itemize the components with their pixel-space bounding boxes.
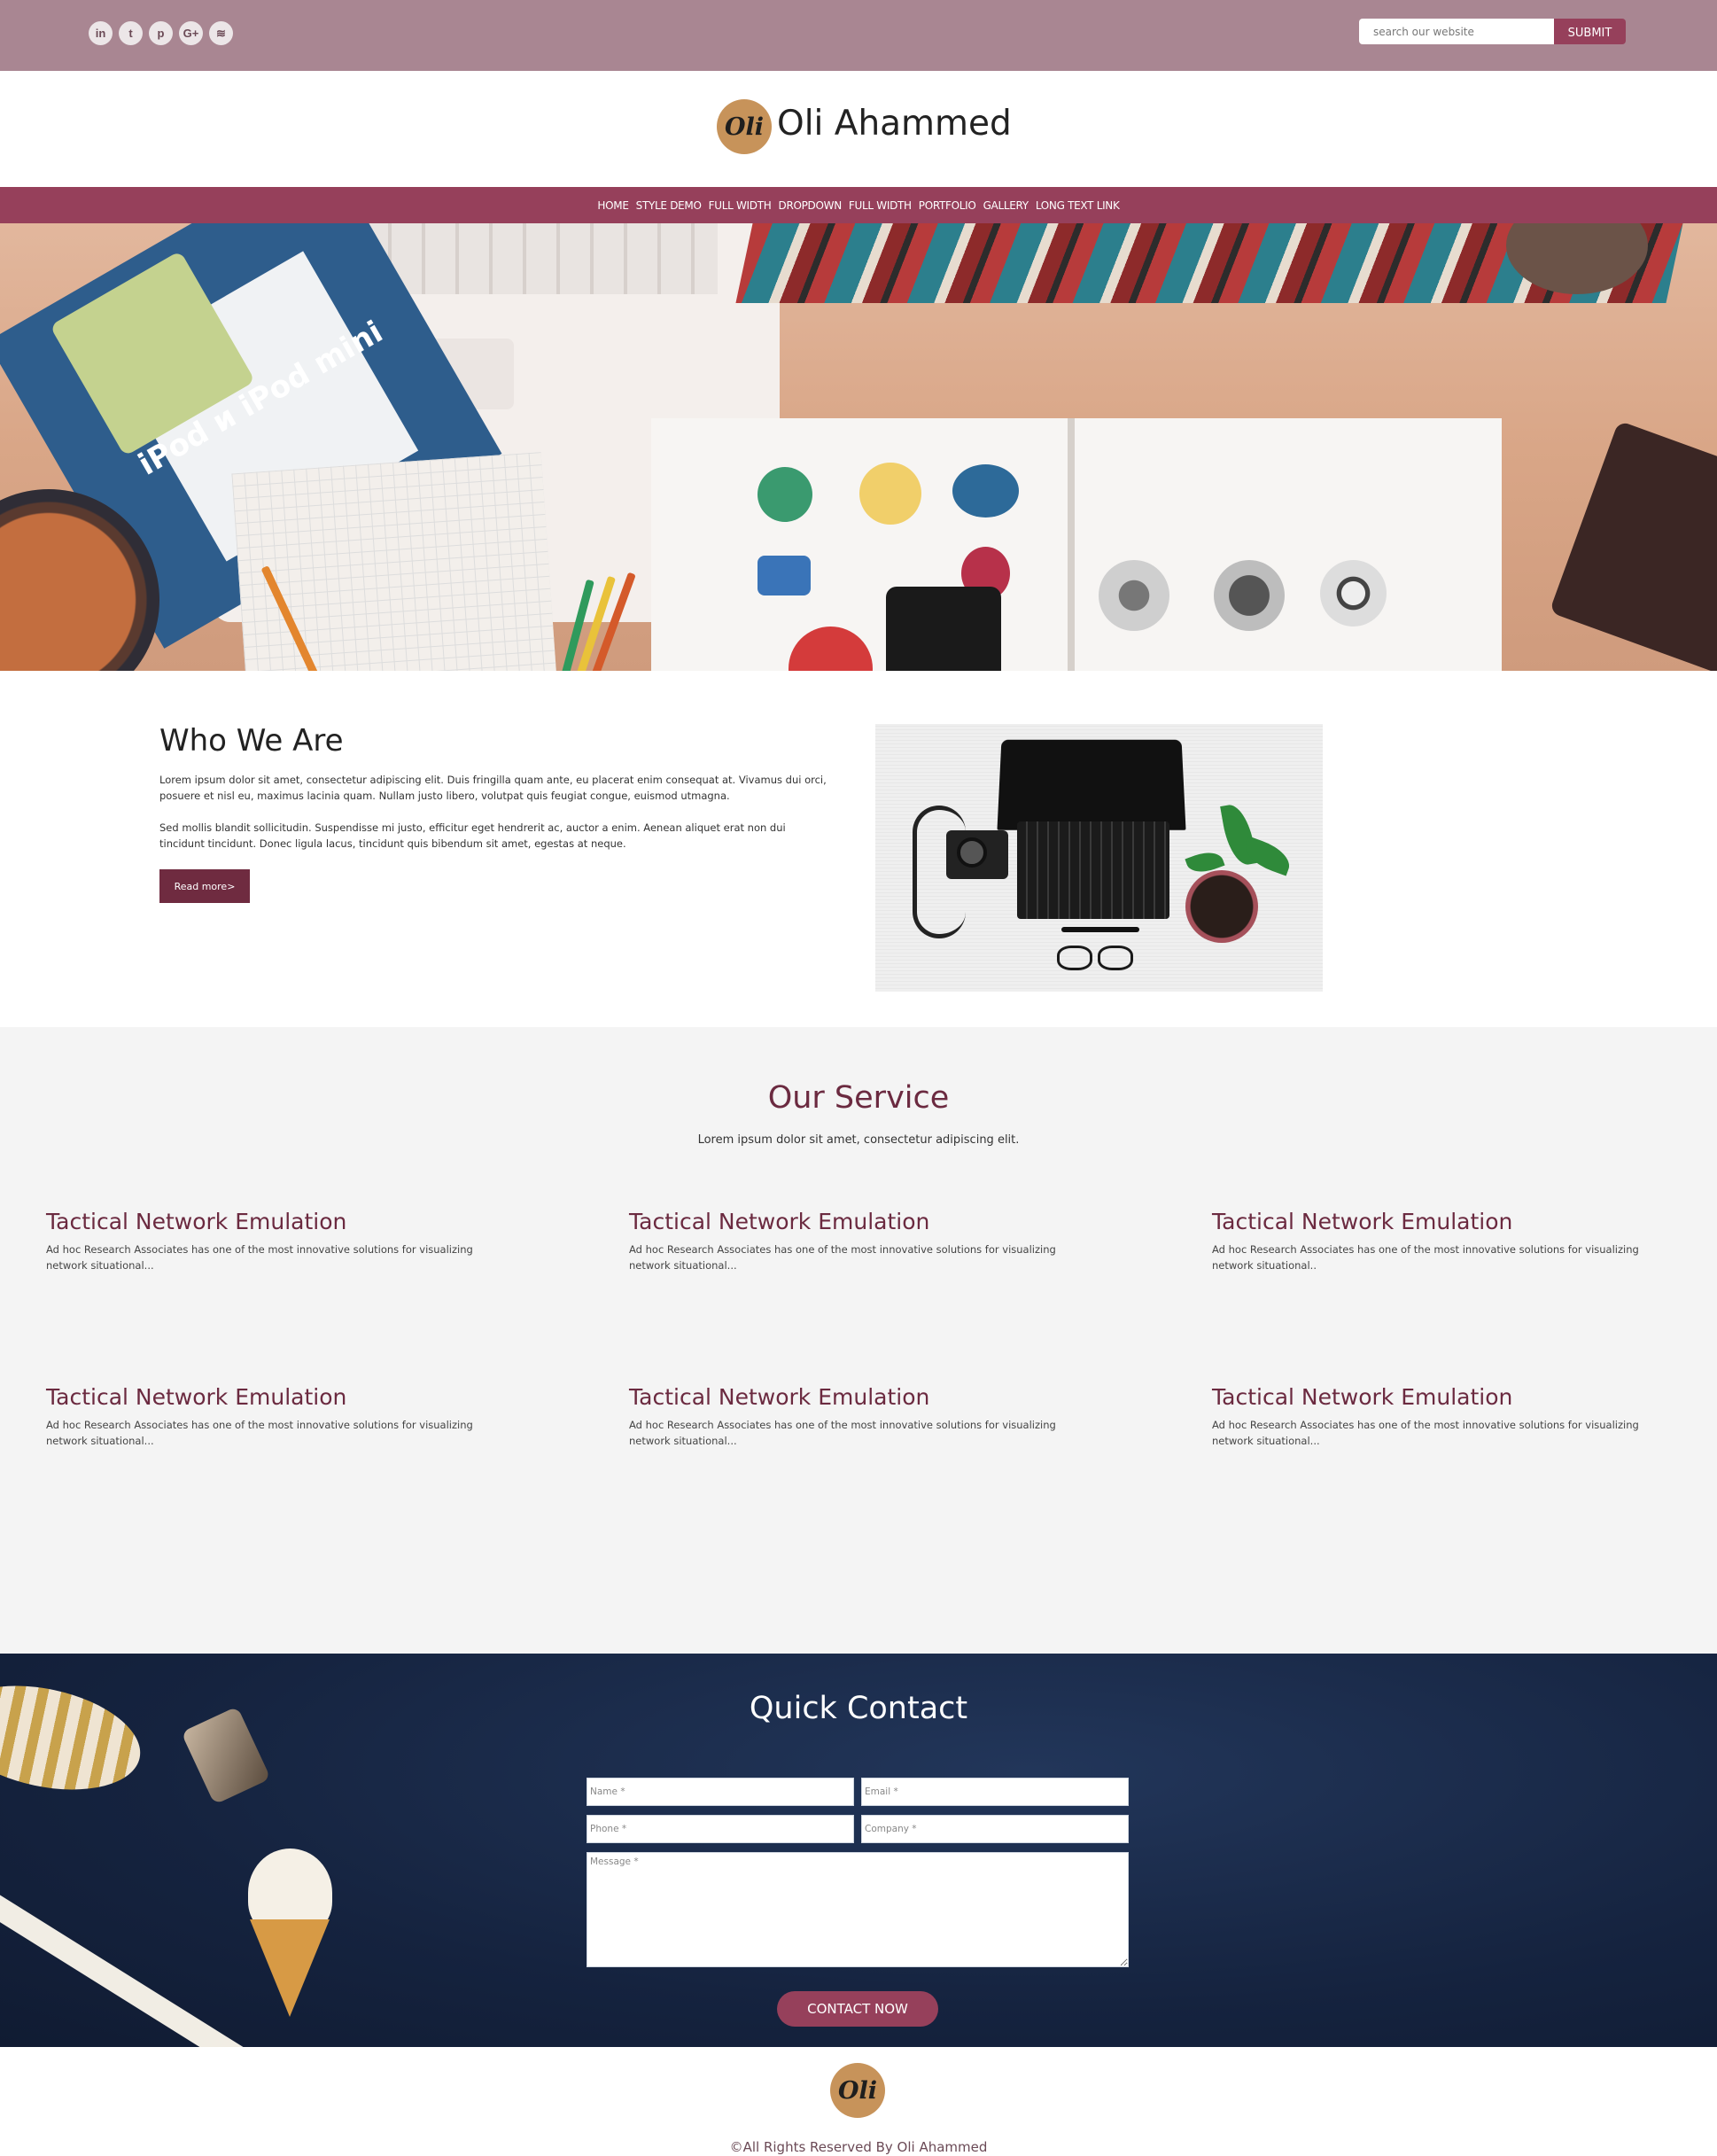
- laptop: [997, 739, 1186, 830]
- service-text: Ad hoc Research Associates has one of th…: [629, 1243, 1056, 1272]
- contact-now-button[interactable]: CONTACT NOW: [777, 1991, 938, 2027]
- plant-pot: [1185, 870, 1258, 943]
- twitter-icon[interactable]: t: [119, 21, 143, 45]
- service-card: Tactical Network Emulation Ad hoc Resear…: [629, 1384, 1072, 1449]
- service-card: Tactical Network Emulation Ad hoc Resear…: [1212, 1384, 1655, 1449]
- service-text: Ad hoc Research Associates has one of th…: [46, 1243, 473, 1272]
- service-card: Tactical Network Emulation Ad hoc Resear…: [46, 1209, 489, 1273]
- service-title[interactable]: Tactical Network Emulation: [1212, 1384, 1655, 1410]
- contact-title: Quick Contact: [749, 1691, 968, 1726]
- hero-notebook: [231, 452, 557, 671]
- search-input[interactable]: [1359, 19, 1554, 44]
- services-section: Our Service Lorem ipsum dolor sit amet, …: [0, 1027, 1717, 1654]
- submit-button[interactable]: SUBMIT: [1554, 19, 1626, 44]
- nav-full-width-2[interactable]: FULL WIDTH: [849, 199, 912, 212]
- hero-logo-mark: [859, 463, 921, 525]
- nav-long-text-link[interactable]: LONG TEXT LINK: [1036, 199, 1120, 212]
- nav-portfolio[interactable]: PORTFOLIO: [919, 199, 976, 212]
- copyright-text: ©All Rights Reserved By Oli Ahammed: [729, 2139, 988, 2155]
- about-paragraph-2: Sed mollis blandit sollicitudin. Suspend…: [159, 821, 786, 850]
- nav-gallery[interactable]: GALLERY: [983, 199, 1029, 212]
- nav-dropdown[interactable]: DROPDOWN: [779, 199, 843, 212]
- hero-logo-mark: [1099, 560, 1169, 631]
- nav-full-width[interactable]: FULL WIDTH: [709, 199, 772, 212]
- nav-style-demo[interactable]: STYLE DEMO: [636, 199, 702, 212]
- pen: [1061, 927, 1139, 932]
- services-subtitle: Lorem ipsum dolor sit amet, consectetur …: [697, 1133, 1020, 1147]
- service-text: Ad hoc Research Associates has one of th…: [46, 1419, 473, 1447]
- email-field[interactable]: [861, 1778, 1129, 1806]
- phone-field[interactable]: [587, 1815, 854, 1843]
- contact-section: Quick Contact CONTACT NOW: [0, 1654, 1717, 2047]
- read-more-button[interactable]: Read more>: [159, 869, 250, 903]
- top-bar: in t p G+ ≋ SUBMIT: [0, 0, 1717, 71]
- google-plus-icon[interactable]: G+: [179, 21, 203, 45]
- service-card: Tactical Network Emulation Ad hoc Resear…: [46, 1384, 489, 1449]
- hero-phone: [886, 587, 1001, 671]
- linkedin-icon[interactable]: in: [89, 21, 113, 45]
- hero-magazine: [651, 418, 1502, 671]
- hero-image: iPod и iPod mini: [0, 223, 1717, 671]
- service-title[interactable]: Tactical Network Emulation: [46, 1209, 489, 1234]
- hero-logo-mark: [758, 467, 812, 522]
- search-form: SUBMIT: [1359, 19, 1626, 44]
- pencil: [0, 1884, 253, 2047]
- main-nav: HOME STYLE DEMO FULL WIDTH DROPDOWN FULL…: [0, 187, 1717, 223]
- site-logo: Oli: [717, 99, 772, 154]
- hero-tablet: [1549, 420, 1717, 671]
- services-title: Our Service: [767, 1080, 950, 1116]
- glasses: [1057, 946, 1138, 972]
- hero-logo-mark: [1214, 560, 1285, 631]
- company-field[interactable]: [861, 1815, 1129, 1843]
- about-title: Who We Are: [159, 723, 344, 759]
- hero-logo-mark: [758, 556, 811, 595]
- service-text: Ad hoc Research Associates has one of th…: [629, 1419, 1056, 1447]
- service-title[interactable]: Tactical Network Emulation: [1212, 1209, 1655, 1234]
- name-field[interactable]: [587, 1778, 854, 1806]
- service-title[interactable]: Tactical Network Emulation: [629, 1209, 1072, 1234]
- site-title: Oli Ahammed: [777, 103, 1012, 144]
- hero-logo-mark: [1320, 560, 1387, 627]
- about-image: [875, 724, 1323, 992]
- hero-logo-mark: [952, 464, 1019, 518]
- about-paragraph-1: Lorem ipsum dolor sit amet, consectetur …: [159, 774, 827, 802]
- social-links: in t p G+ ≋: [89, 21, 233, 45]
- site-brand[interactable]: Oli Oli Ahammed: [717, 99, 1012, 154]
- pinterest-icon[interactable]: p: [149, 21, 173, 45]
- nav-home[interactable]: HOME: [597, 199, 629, 212]
- service-title[interactable]: Tactical Network Emulation: [46, 1384, 489, 1410]
- service-text: Ad hoc Research Associates has one of th…: [1212, 1243, 1639, 1272]
- wifi-icon[interactable]: ≋: [209, 21, 233, 45]
- message-field[interactable]: [587, 1852, 1129, 1967]
- service-title[interactable]: Tactical Network Emulation: [629, 1384, 1072, 1410]
- footer-logo[interactable]: Oli: [830, 2063, 885, 2118]
- service-card: Tactical Network Emulation Ad hoc Resear…: [1212, 1209, 1655, 1273]
- service-card: Tactical Network Emulation Ad hoc Resear…: [629, 1209, 1072, 1273]
- service-text: Ad hoc Research Associates has one of th…: [1212, 1419, 1639, 1447]
